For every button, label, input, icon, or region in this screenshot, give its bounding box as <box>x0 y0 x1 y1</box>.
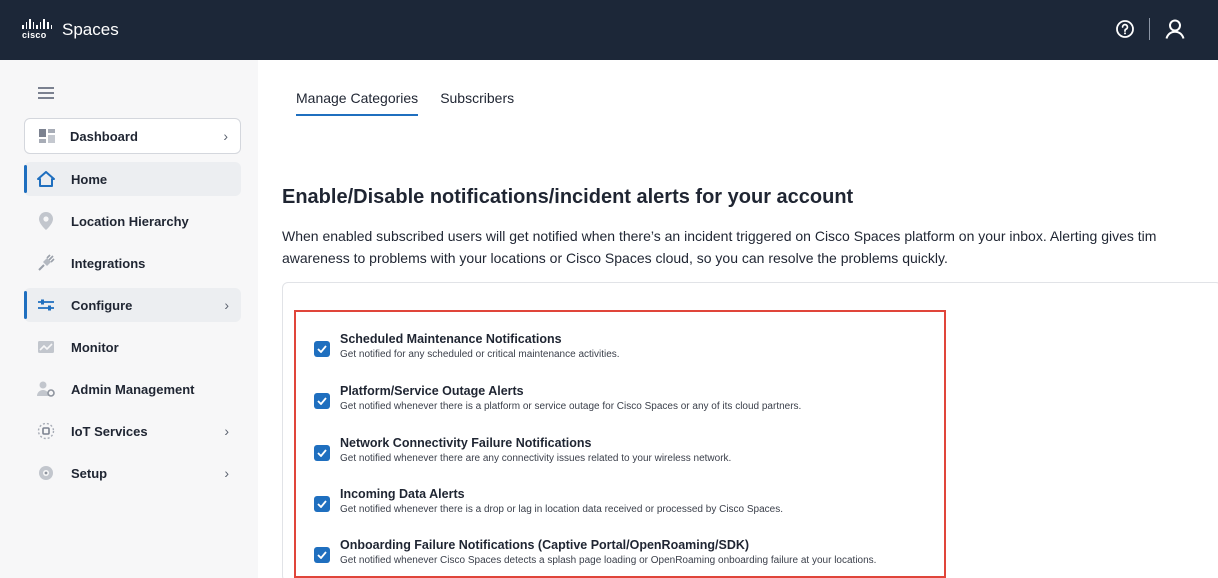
notification-title: Network Connectivity Failure Notificatio… <box>340 436 592 450</box>
sidebar-item-label: Admin Management <box>71 381 195 397</box>
sidebar-item-label: Setup <box>71 465 108 481</box>
sidebar-item-admin-management[interactable]: Admin Management <box>24 372 241 406</box>
notification-description: Get notified whenever there are any conn… <box>340 453 732 464</box>
chevron-right-icon: › <box>224 297 229 313</box>
plug-icon <box>37 254 55 272</box>
dashboard-label: Dashboard <box>70 128 138 144</box>
app-title: Spaces <box>62 20 119 39</box>
sidebar-item-setup[interactable]: Setup › <box>24 456 241 490</box>
menu-toggle-icon[interactable] <box>38 87 54 99</box>
sliders-icon <box>37 296 55 314</box>
chevron-right-icon: › <box>224 465 229 481</box>
location-pin-icon <box>37 212 55 230</box>
iot-chip-icon <box>37 422 55 440</box>
description-line: awareness to problems with your location… <box>282 250 948 266</box>
cisco-wordmark: cisco <box>22 30 47 40</box>
notification-title: Incoming Data Alerts <box>340 487 465 501</box>
chevron-right-icon: › <box>223 128 228 144</box>
checkbox-checked[interactable] <box>314 547 330 563</box>
notification-title: Scheduled Maintenance Notifications <box>340 332 562 346</box>
description-line: When enabled subscribed users will get n… <box>282 228 1157 244</box>
tab-bar: Manage Categories Subscribers <box>296 90 514 116</box>
tab-manage-categories[interactable]: Manage Categories <box>296 90 419 116</box>
help-icon[interactable] <box>1115 19 1135 39</box>
notification-title: Onboarding Failure Notifications (Captiv… <box>340 538 750 552</box>
active-indicator <box>24 291 27 319</box>
user-profile-icon[interactable] <box>1164 18 1186 40</box>
app-logo[interactable]: cisco Spaces <box>22 19 119 41</box>
sidebar-item-configure[interactable]: Configure › <box>24 288 241 322</box>
sidebar-item-label: Location Hierarchy <box>71 213 189 229</box>
tab-subscribers[interactable]: Subscribers <box>440 90 514 116</box>
chevron-right-icon: › <box>224 423 229 439</box>
dashboard-selector[interactable]: Dashboard › <box>24 118 241 154</box>
notification-description: Get notified for any scheduled or critic… <box>340 349 620 360</box>
notification-description: Get notified whenever Cisco Spaces detec… <box>340 555 877 566</box>
admin-user-icon <box>37 380 55 398</box>
sidebar-item-iot-services[interactable]: IoT Services › <box>24 414 241 448</box>
sidebar-item-label: Configure <box>71 297 133 313</box>
checkbox-checked[interactable] <box>314 393 330 409</box>
checkbox-checked[interactable] <box>314 496 330 512</box>
dashboard-icon <box>38 127 56 145</box>
sidebar-item-monitor[interactable]: Monitor <box>24 330 241 364</box>
checkbox-checked[interactable] <box>314 341 330 357</box>
sidebar-item-label: Home <box>71 171 108 187</box>
home-icon <box>37 170 55 188</box>
sidebar-item-home[interactable]: Home <box>24 162 241 196</box>
notification-description: Get notified whenever there is a platfor… <box>340 401 802 412</box>
sidebar-item-label: IoT Services <box>71 423 148 439</box>
sidebar-item-location-hierarchy[interactable]: Location Hierarchy <box>24 204 241 238</box>
gear-icon <box>37 464 55 482</box>
sidebar: Dashboard › Home Location Hierarchy Inte… <box>0 60 258 578</box>
page-title: Enable/Disable notifications/incident al… <box>282 186 854 208</box>
active-indicator <box>24 165 27 193</box>
header-divider <box>1149 18 1150 40</box>
page-description: When enabled subscribed users will get n… <box>282 225 1218 269</box>
sidebar-item-integrations[interactable]: Integrations <box>24 246 241 280</box>
sidebar-item-label: Monitor <box>71 339 119 355</box>
notification-title: Platform/Service Outage Alerts <box>340 384 524 398</box>
monitor-icon <box>37 338 55 356</box>
top-header: cisco Spaces <box>0 0 1218 60</box>
checkbox-checked[interactable] <box>314 445 330 461</box>
cisco-logo-icon: cisco <box>22 19 53 41</box>
notification-description: Get notified whenever there is a drop or… <box>340 504 784 515</box>
sidebar-item-label: Integrations <box>71 255 146 271</box>
